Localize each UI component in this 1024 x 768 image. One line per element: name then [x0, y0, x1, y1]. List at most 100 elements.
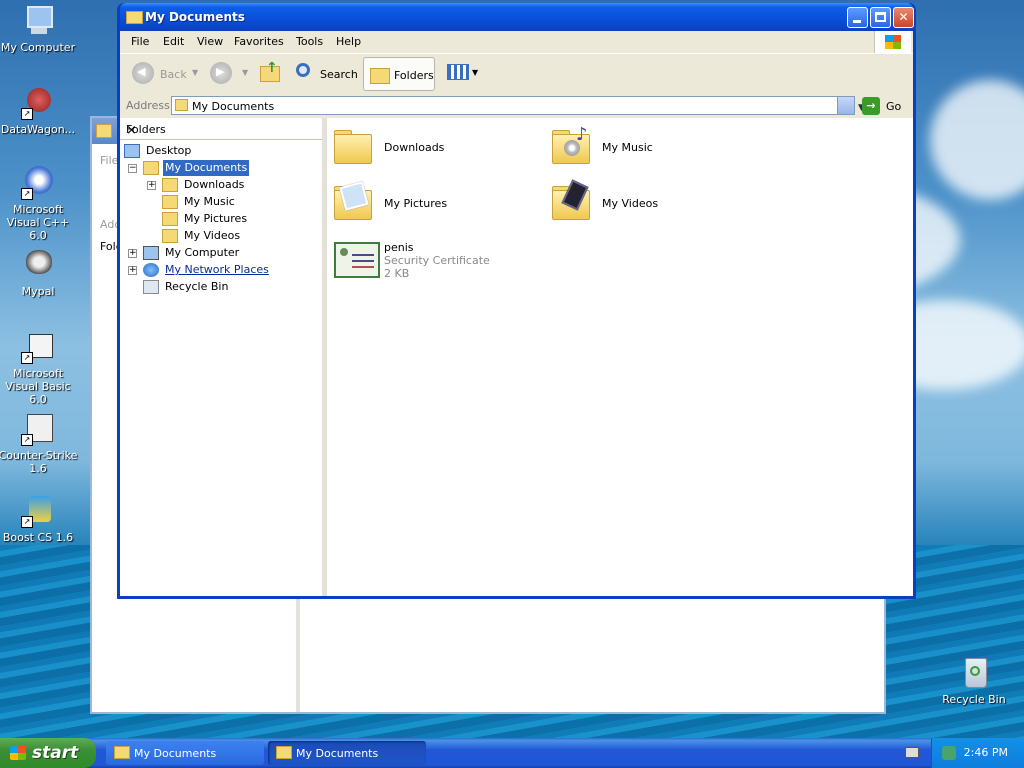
tree-expand-my-computer[interactable]: +	[128, 249, 137, 258]
menu-favorites[interactable]: Favorites	[234, 35, 284, 48]
shortcut-arrow-icon: ↗	[21, 434, 33, 446]
tray-network-icon[interactable]	[942, 746, 956, 760]
go-arrow-icon: →	[862, 97, 880, 115]
menu-bar: File Edit View Favorites Tools Help	[120, 31, 913, 53]
system-tray: 2:46 PM	[931, 738, 1024, 768]
back-history-dropdown[interactable]: ▼	[192, 60, 202, 88]
my-documents-window[interactable]: My Documents ✕ File Edit View Favorites …	[117, 3, 916, 599]
menu-view[interactable]: View	[197, 35, 223, 48]
chevron-down-icon: ▼	[242, 68, 249, 77]
maximize-button[interactable]	[870, 7, 891, 28]
desktop-icon-boost-cs[interactable]: ↗ Boost CS 1.6	[0, 494, 78, 544]
shortcut-arrow-icon: ↗	[21, 188, 33, 200]
back-arrow-icon: ◀	[132, 62, 154, 84]
taskbar: start My Documents My Documents 2:46 PM	[0, 738, 1024, 768]
file-item-downloads[interactable]: Downloads	[332, 126, 532, 174]
recycle-bin-icon	[143, 280, 159, 294]
pictures-folder-icon	[332, 181, 376, 222]
folder-icon	[332, 126, 376, 166]
desktop-icon-mypal[interactable]: Mypal	[0, 248, 78, 298]
folder-icon	[126, 9, 143, 24]
file-item-my-videos[interactable]: My Videos	[550, 179, 750, 230]
music-folder-icon	[162, 195, 178, 209]
search-button[interactable]: Search	[292, 60, 358, 88]
menu-file[interactable]: File	[131, 35, 149, 48]
window-titlebar[interactable]: My Documents ✕	[120, 3, 914, 31]
videos-folder-icon	[550, 179, 594, 222]
computer-icon	[143, 246, 159, 260]
back-button[interactable]: ◀ Back	[128, 60, 188, 88]
videos-folder-icon	[162, 229, 178, 243]
computer-icon	[21, 4, 55, 38]
forward-arrow-icon: ▶	[210, 62, 232, 84]
window-content: Folders × Desktop − My Documents + Downl…	[120, 118, 913, 596]
counter-strike-icon: ↗	[21, 412, 55, 446]
menu-help[interactable]: Help	[336, 35, 361, 48]
tree-expand-network-places[interactable]: +	[128, 266, 137, 275]
folders-button[interactable]: Folders	[363, 57, 435, 91]
desktop-icon-counter-strike[interactable]: ↗ Counter-Strike 1.6	[0, 412, 78, 475]
keyboard-language-icon[interactable]	[905, 747, 919, 758]
start-button[interactable]: start	[0, 738, 96, 768]
clock[interactable]: 2:46 PM	[964, 746, 1008, 759]
up-folder-button[interactable]: ↑	[258, 60, 284, 88]
views-icon	[447, 64, 469, 80]
file-item-my-pictures[interactable]: My Pictures	[332, 181, 532, 230]
files-pane: Downloads ♪ My Music My Pictures My Vide…	[327, 118, 913, 596]
mypal-raccoon-icon	[21, 248, 55, 282]
minimize-button[interactable]	[847, 7, 868, 28]
desktop-icon-datawagon[interactable]: ↗ DataWagon...	[0, 86, 78, 136]
shortcut-arrow-icon: ↗	[21, 516, 33, 528]
recycle-bin-icon	[957, 656, 991, 690]
folder-icon	[276, 746, 292, 759]
network-globe-icon	[143, 263, 159, 277]
windows-logo-icon	[10, 746, 26, 760]
file-item-my-music[interactable]: ♪ My Music	[550, 124, 750, 174]
minimize-icon	[853, 20, 861, 23]
datawagon-icon: ↗	[21, 86, 55, 120]
security-certificate-icon	[332, 238, 380, 278]
forward-button[interactable]: ▶	[208, 60, 238, 88]
forward-history-dropdown[interactable]: ▼	[242, 60, 252, 88]
visual-cpp-icon: ↗	[21, 166, 55, 200]
music-folder-icon: ♪	[550, 124, 594, 166]
shortcut-arrow-icon: ↗	[21, 108, 33, 120]
views-button[interactable]: ▼	[445, 60, 479, 88]
go-button[interactable]: → Go	[862, 97, 912, 115]
address-dropdown-button[interactable]: ▼	[837, 97, 865, 114]
my-documents-icon	[175, 99, 188, 111]
shortcut-arrow-icon: ↗	[21, 352, 33, 364]
standard-toolbar: ◀ Back ▼ ▶ ▼ ↑ Search Folders ▼	[120, 53, 913, 95]
search-icon	[296, 63, 310, 77]
tree-collapse-my-documents[interactable]: −	[128, 164, 137, 173]
windows-flag-logo	[874, 31, 911, 53]
desktop-icon-visual-cpp[interactable]: ↗ Microsoft Visual C++ 6.0	[0, 166, 78, 242]
pictures-folder-icon	[162, 212, 178, 226]
desktop-icon	[124, 144, 140, 158]
close-button[interactable]: ✕	[893, 7, 914, 28]
chevron-down-icon: ▼	[472, 68, 479, 77]
chevron-down-icon: ▼	[192, 68, 199, 77]
boost-cs-icon: ↗	[21, 494, 55, 528]
window-title: My Documents	[145, 10, 245, 24]
folders-pane: Folders × Desktop − My Documents + Downl…	[120, 118, 327, 596]
maximize-icon	[875, 12, 886, 22]
folder-icon	[114, 746, 130, 759]
desktop-icon-recycle-bin[interactable]: Recycle Bin	[934, 656, 1014, 706]
menu-edit[interactable]: Edit	[163, 35, 184, 48]
folder-icon	[96, 124, 112, 138]
taskbar-button-my-documents-1[interactable]: My Documents	[106, 741, 264, 765]
wallpaper-cloud	[930, 80, 1024, 200]
address-bar: Address My Documents ▼ → Go	[120, 94, 913, 118]
desktop-icon-visual-basic[interactable]: ↗ Microsoft Visual Basic 6.0	[0, 330, 78, 406]
folder-icon	[162, 178, 178, 192]
folders-icon	[370, 68, 390, 84]
folders-pane-close-button[interactable]: ×	[126, 123, 316, 138]
file-item-certificate[interactable]: penis Security Certificate 2 KB	[332, 238, 552, 286]
menu-tools[interactable]: Tools	[296, 35, 323, 48]
address-input[interactable]: My Documents ▼	[171, 96, 865, 115]
my-documents-icon	[143, 161, 159, 175]
desktop-icon-my-computer[interactable]: My Computer	[0, 4, 78, 54]
tree-expand-downloads[interactable]: +	[147, 181, 156, 190]
taskbar-button-my-documents-2[interactable]: My Documents	[268, 741, 426, 765]
